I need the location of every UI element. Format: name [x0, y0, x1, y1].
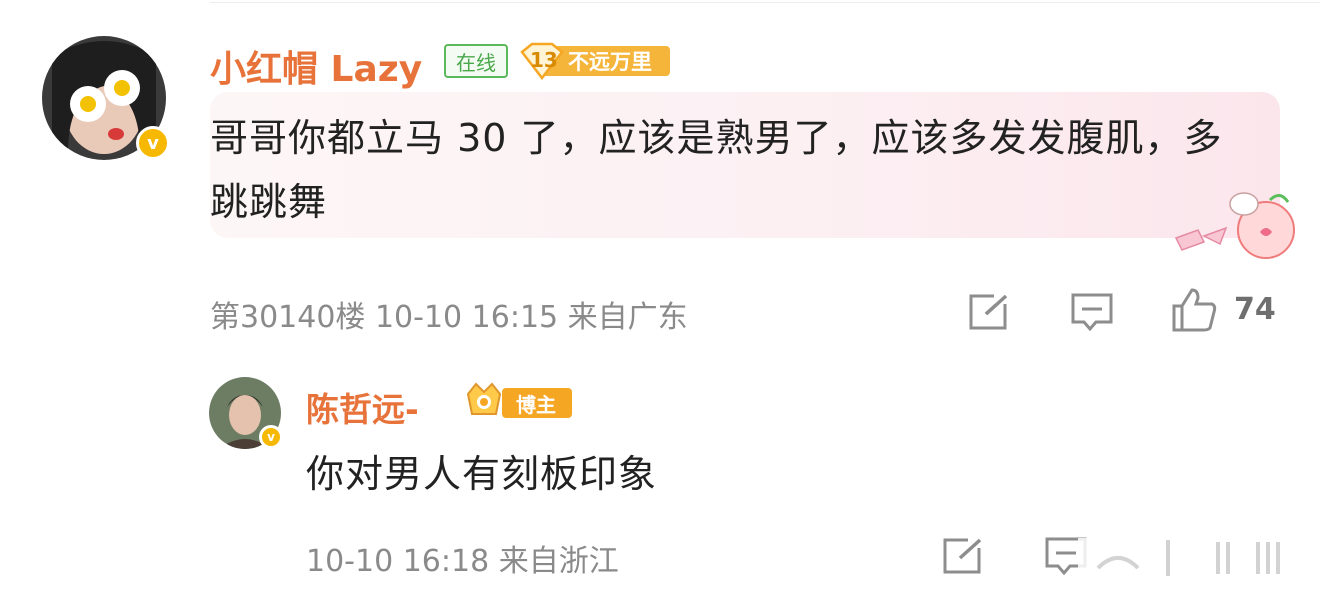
commenter-username[interactable]: 小红帽 Lazy: [210, 40, 422, 92]
comment-text: 哥哥你都立马 30 了，应该是熟男了，应该多发发腹肌，多跳跳舞: [210, 116, 1223, 224]
watermark-overlay: [1058, 528, 1320, 584]
replier-avatar[interactable]: v: [209, 377, 283, 449]
fan-level-title: 不远万里: [568, 50, 652, 74]
fan-level-number: 13: [530, 48, 558, 72]
verified-badge: v: [136, 126, 170, 160]
reply-text: 你对男人有刻板印象: [306, 452, 658, 496]
like-icon[interactable]: [1170, 286, 1218, 338]
host-badge-label: 博主: [516, 393, 556, 417]
replier-username[interactable]: 陈哲远-: [306, 383, 419, 431]
verified-badge: v: [259, 425, 283, 449]
commenter-avatar[interactable]: v: [42, 36, 170, 160]
online-status-badge: 在线: [444, 44, 508, 78]
top-divider: [210, 2, 1320, 3]
share-icon[interactable]: [968, 292, 1012, 336]
reply-meta: 10-10 16:18 来自浙江: [306, 544, 619, 579]
like-count: 74: [1234, 292, 1276, 327]
host-badge: 博主: [462, 380, 574, 424]
bubble-decoration-icon: [1170, 190, 1300, 260]
comment-icon[interactable]: [1070, 292, 1114, 336]
share-icon[interactable]: [942, 536, 986, 580]
comment-meta: 第30140楼 10-10 16:15 来自广东: [210, 300, 688, 335]
fan-level-badge: 13 不远万里: [518, 42, 672, 81]
